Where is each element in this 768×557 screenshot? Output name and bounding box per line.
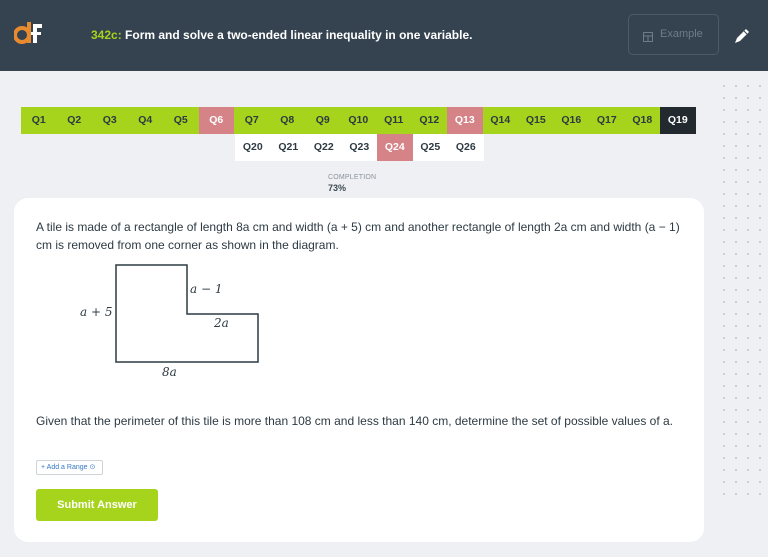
question-tab-q1[interactable]: Q1 [21, 107, 57, 134]
question-tab-q4[interactable]: Q4 [127, 107, 163, 134]
question-tab-q5[interactable]: Q5 [163, 107, 199, 134]
question-text-2: Given that the perimeter of this tile is… [36, 414, 674, 428]
question-tab-q11[interactable]: Q11 [376, 107, 412, 134]
question-tab-q8[interactable]: Q8 [269, 107, 305, 134]
task-title-text: Form and solve a two-ended linear inequa… [125, 28, 473, 42]
dot-pattern [718, 80, 768, 498]
completion-value: 73% [328, 183, 347, 193]
task-title: 342c: Form and solve a two-ended linear … [91, 28, 472, 42]
question-tab-q23[interactable]: Q23 [341, 134, 377, 161]
label-width: a + 5 [80, 305, 112, 319]
question-tab-q22[interactable]: Q22 [306, 134, 342, 161]
question-tab-q17[interactable]: Q17 [589, 107, 625, 134]
label-notch-vertical: a − 1 [190, 282, 222, 296]
question-tabs-row-2: Q20 Q21 Q22 Q23 Q24 Q25 Q26 [235, 134, 484, 161]
tile-diagram: a + 5 a − 1 2a 8a [80, 264, 259, 379]
question-tab-q26[interactable]: Q26 [448, 134, 484, 161]
question-card: A tile is made of a rectangle of length … [14, 198, 704, 542]
question-tab-q19[interactable]: Q19 [660, 107, 696, 134]
example-label: Example [660, 28, 703, 40]
add-range-button[interactable]: + Add a Range ⊙ [36, 460, 103, 475]
pen-icon[interactable] [733, 27, 751, 45]
label-notch-horizontal: 2a [213, 316, 229, 330]
submit-answer-button[interactable]: Submit Answer [36, 489, 158, 521]
question-tab-q24[interactable]: Q24 [377, 134, 413, 161]
question-text: A tile is made of a rectangle of length … [36, 220, 680, 252]
task-code: 342c: [91, 28, 122, 42]
question-tab-q15[interactable]: Q15 [518, 107, 554, 134]
question-tab-q10[interactable]: Q10 [340, 107, 376, 134]
question-tab-q25[interactable]: Q25 [412, 134, 448, 161]
question-tab-q14[interactable]: Q14 [482, 107, 518, 134]
tile-outline [115, 264, 259, 363]
question-tabs-row-1: Q1 Q2 Q3 Q4 Q5 Q6 Q7 Q8 Q9 Q10 Q11 Q12 Q13 Q14 Q15 Q16 Q… [21, 107, 696, 134]
calculator-icon [643, 32, 653, 42]
question-tab-q18[interactable]: Q18 [624, 107, 660, 134]
top-bar: 342c: Form and solve a two-ended linear … [0, 0, 768, 71]
question-tab-q2[interactable]: Q2 [56, 107, 92, 134]
question-tab-q7[interactable]: Q7 [234, 107, 270, 134]
question-tab-q13[interactable]: Q13 [447, 107, 483, 134]
question-tab-q16[interactable]: Q16 [553, 107, 589, 134]
question-tab-q3[interactable]: Q3 [92, 107, 128, 134]
question-tab-q20[interactable]: Q20 [235, 134, 271, 161]
label-length: 8a [162, 365, 177, 379]
question-tab-q9[interactable]: Q9 [305, 107, 341, 134]
example-button[interactable]: Example [628, 14, 719, 55]
completion-label: COMPLETION [328, 174, 377, 181]
question-tab-q21[interactable]: Q21 [270, 134, 306, 161]
question-tab-q6[interactable]: Q6 [198, 107, 234, 134]
question-tab-q12[interactable]: Q12 [411, 107, 447, 134]
logo [14, 22, 42, 44]
